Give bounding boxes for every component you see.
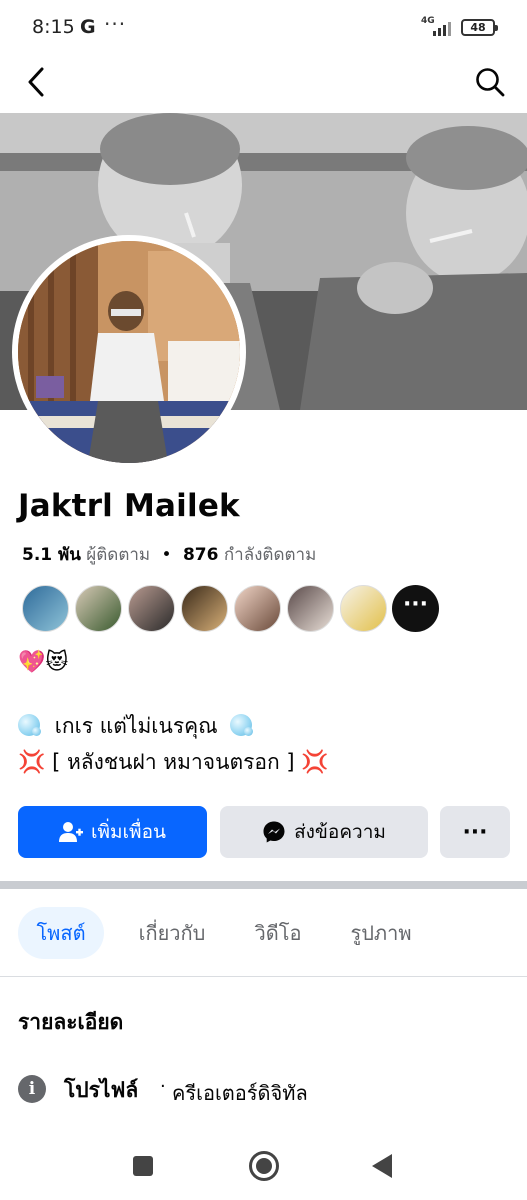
- friend-avatar[interactable]: [75, 585, 122, 632]
- tab-videos[interactable]: วิดีโอ: [250, 907, 306, 959]
- bio-emoji-line: 💖😻: [18, 650, 69, 675]
- more-icon: ···: [462, 819, 488, 845]
- profile-type-value: ครีเอเตอร์ดิจิทัล: [172, 1081, 308, 1105]
- chevron-left-icon: [28, 67, 44, 97]
- tab-photos[interactable]: รูปภาพ: [343, 907, 419, 959]
- send-message-label: ส่งข้อความ: [294, 821, 386, 843]
- bubbles-icon: [18, 714, 41, 736]
- tab-about[interactable]: เกี่ยวกับ: [130, 907, 214, 959]
- search-button[interactable]: [470, 62, 510, 102]
- friend-avatar[interactable]: [287, 585, 334, 632]
- bio-text-2: [ หลังชนฝา หมาจนตรอก ]: [52, 750, 295, 774]
- battery-icon: 48: [461, 19, 498, 36]
- status-more-icon: ···: [104, 12, 127, 36]
- system-nav-bar: [0, 1130, 527, 1200]
- tab-posts[interactable]: โพสต์: [18, 907, 104, 959]
- follow-stats[interactable]: 5.1 พัน ผู้ติดตาม • 876 กำลังติดตาม: [22, 541, 316, 568]
- following-label: กำลังติดตาม: [223, 545, 317, 565]
- bubbles-icon: [230, 714, 254, 736]
- friends-avatars-row[interactable]: ···: [22, 585, 442, 633]
- profile-name: Jaktrl Mailek: [18, 488, 240, 524]
- add-friend-button[interactable]: เพิ่มเพื่อน: [18, 806, 207, 858]
- google-icon: G: [80, 16, 96, 38]
- more-friends-button[interactable]: ···: [392, 585, 439, 632]
- profile-avatar[interactable]: [18, 241, 240, 463]
- bio-line-2: 💢 [ หลังชนฝา หมาจนตรอก ] 💢: [18, 746, 329, 779]
- info-icon: i: [18, 1075, 46, 1103]
- anger-icon: 💢: [18, 750, 46, 775]
- profile-type-label: โปรไฟล์: [64, 1078, 139, 1102]
- bio-text-1: เกเร แต่ไม่เนรคุณ: [54, 714, 218, 738]
- friend-avatar[interactable]: [234, 585, 281, 632]
- home-button[interactable]: [249, 1151, 279, 1181]
- add-friend-label: เพิ่มเพื่อน: [91, 821, 166, 843]
- stats-separator: •: [161, 545, 172, 565]
- add-friend-icon: [59, 822, 84, 842]
- recents-button[interactable]: [133, 1156, 153, 1176]
- bio-line-1: เกเร แต่ไม่เนรคุณ: [18, 710, 254, 743]
- send-message-button[interactable]: ส่งข้อความ: [220, 806, 428, 858]
- profile-picture-image: [18, 241, 240, 463]
- system-back-button[interactable]: [372, 1154, 392, 1178]
- friend-avatar[interactable]: [181, 585, 228, 632]
- more-actions-button[interactable]: ···: [440, 806, 510, 858]
- followers-count: 5.1 พัน: [22, 545, 81, 565]
- signal-icon: [433, 20, 455, 36]
- followers-label: ผู้ติดตาม: [86, 545, 151, 565]
- search-icon: [476, 68, 505, 97]
- status-bar: 8:15 G ··· 4G 48: [0, 0, 527, 56]
- detail-separator: ·: [160, 1076, 166, 1097]
- messenger-icon: [263, 821, 285, 843]
- friend-avatar[interactable]: [22, 585, 69, 632]
- back-button[interactable]: [18, 62, 54, 102]
- section-divider: [0, 881, 527, 889]
- friend-avatar[interactable]: [128, 585, 175, 632]
- friend-avatar[interactable]: [340, 585, 387, 632]
- battery-level: 48: [470, 21, 486, 34]
- following-count: 876: [182, 545, 219, 565]
- tabs-divider: [0, 976, 527, 977]
- status-time: 8:15: [32, 16, 75, 38]
- anger-icon: 💢: [301, 750, 329, 775]
- details-heading: รายละเอียด: [18, 1010, 124, 1034]
